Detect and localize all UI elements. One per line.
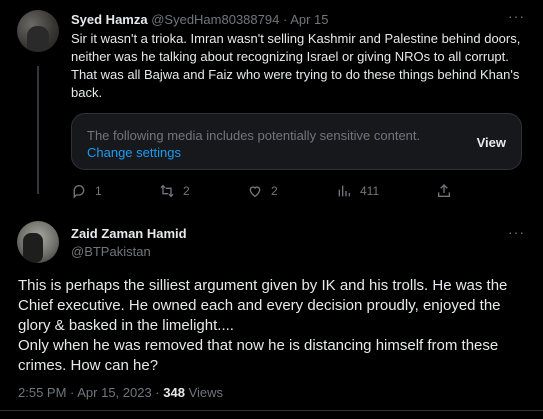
sensitive-media-warning: The following media includes potentially… — [71, 113, 522, 170]
heart-icon — [249, 186, 261, 198]
reply-count: 1 — [95, 184, 102, 198]
views-icon — [338, 185, 350, 197]
views-count: 411 — [360, 184, 380, 198]
retweet-count: 2 — [183, 184, 190, 198]
like-button[interactable]: 2 — [247, 183, 278, 199]
author-handle[interactable]: @SyedHam80388794 — [151, 12, 279, 27]
tweet-text: Sir it wasn't a trioka. Imran wasn't sel… — [71, 31, 521, 100]
reply-icon — [73, 185, 85, 199]
retweet-button[interactable]: 2 — [159, 183, 190, 199]
change-settings-link[interactable]: Change settings — [87, 145, 181, 160]
author-name[interactable]: Syed Hamza — [71, 12, 148, 27]
reply-button[interactable]: 1 — [71, 183, 102, 199]
retweet-icon — [160, 184, 174, 198]
tweet-date[interactable]: Apr 15 — [290, 12, 328, 27]
share-icon — [438, 184, 450, 197]
views-label: Views — [184, 385, 224, 400]
like-count: 2 — [271, 184, 278, 198]
tweet2-header: Zaid Zaman Hamid @BTPakistan — [71, 226, 187, 259]
author-name[interactable]: Zaid Zaman Hamid — [71, 226, 187, 241]
author-handle[interactable]: @BTPakistan — [71, 244, 187, 259]
more-icon[interactable]: ··· — [508, 8, 525, 24]
tweet-text-paragraph: Only when he was removed that now he is … — [18, 337, 499, 374]
media-warning-text: The following media includes potentially… — [87, 128, 421, 143]
avatar[interactable] — [17, 10, 59, 52]
thread-line — [37, 66, 39, 194]
tweet-meta: 2:55 PM · Apr 15, 2023 · 348 Views — [18, 385, 223, 400]
views-count: 348 — [163, 385, 185, 400]
tweet-text-paragraph: This is perhaps the silliest argument gi… — [18, 277, 508, 334]
view-button[interactable]: View — [477, 135, 506, 150]
separator: · — [282, 12, 288, 27]
tweet-timestamp[interactable]: 2:55 PM · Apr 15, 2023 · — [18, 385, 163, 400]
divider — [0, 410, 543, 411]
tweet-text: This is perhaps the silliest argument gi… — [18, 276, 528, 376]
more-icon[interactable]: ··· — [508, 224, 525, 240]
avatar[interactable] — [17, 221, 59, 263]
tweet1-header: Syed Hamza @SyedHam80388794 · Apr 15 — [71, 12, 329, 27]
share-button[interactable] — [436, 183, 460, 199]
views-button[interactable]: 411 — [336, 183, 379, 199]
